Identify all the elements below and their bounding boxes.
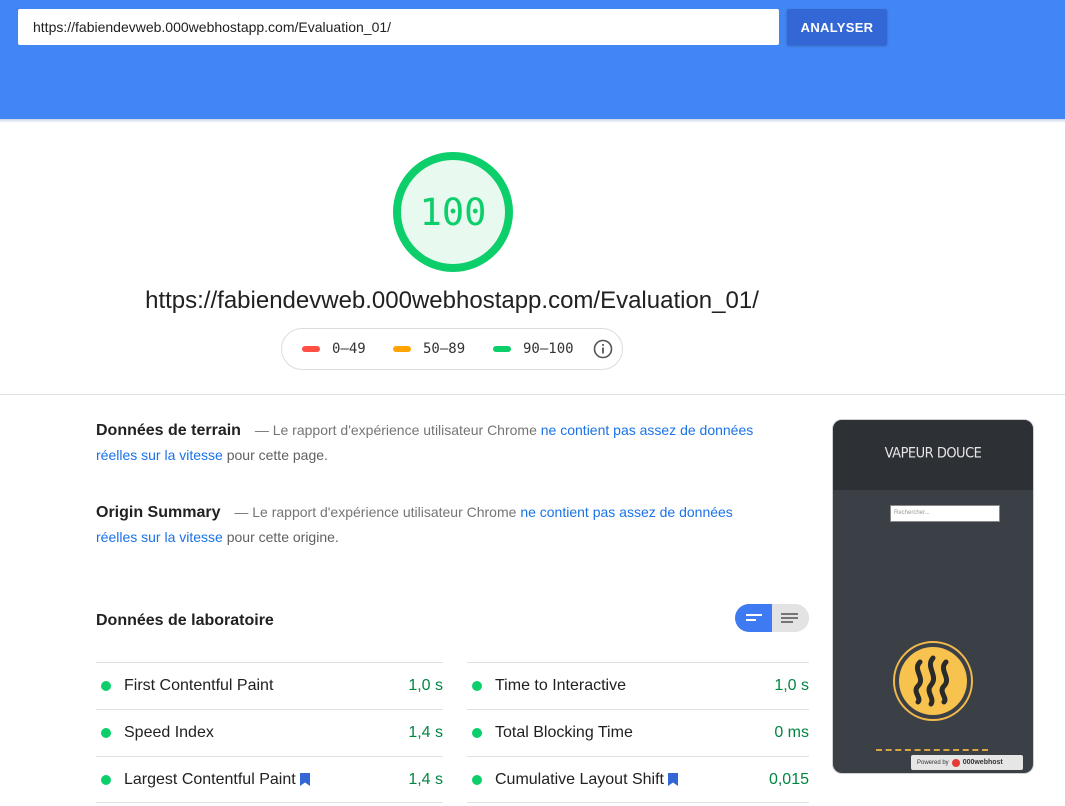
short-lines-icon [746,614,762,621]
steam-logo-icon [893,641,973,721]
metric-name: Cumulative Layout Shift [495,770,664,788]
toggle-detail-view-button[interactable] [772,604,809,632]
metric-name: Largest Contentful Paint [124,770,296,788]
metric-name-wrap: Largest Contentful Paint [124,771,408,789]
thumbnail-search-box: Rechercher... [890,505,1000,522]
pass-indicator [101,680,111,691]
thumbnail-site-title: VAPEUR DOUCE [884,445,982,462]
metric-name: First Contentful Paint [124,676,274,694]
metric-name-wrap: Cumulative Layout Shift [495,771,769,789]
legend-swatch-orange [393,346,411,352]
metric-value: 1,0 s [408,676,443,694]
toggle-summary-view-button[interactable] [735,604,772,632]
top-bar-shadow [0,119,1065,123]
legend-swatch-red [302,346,320,352]
field-data-intro: — Le rapport d'expérience utilisateur Ch… [254,422,537,438]
pass-indicator [101,774,111,785]
metric-total-blocking-time: Total Blocking Time 0 ms [467,709,809,756]
legend-item-average: 50–89 [393,329,465,369]
hosting-logo-icon [951,758,960,767]
pass-indicator [472,727,482,738]
legend-item-fail: 0–49 [302,329,366,369]
metric-value: 1,4 s [408,723,443,741]
page-screenshot-thumbnail: VAPEUR DOUCE Rechercher... Powered by 00… [833,420,1033,773]
view-toggle [735,604,809,632]
hosting-badge-name: 000webhost [962,759,1003,766]
origin-summary-intro: — Le rapport d'expérience utilisateur Ch… [234,504,517,520]
legend-item-pass: 90–100 [493,329,574,369]
score-legend: 0–49 50–89 90–100 [281,328,623,370]
metric-value: 1,0 s [774,676,809,694]
pass-indicator [101,727,111,738]
origin-summary-suffix: pour cette origine. [226,529,339,545]
score-value: 100 [419,190,487,234]
pass-indicator [472,774,482,785]
thumbnail-hosting-badge: Powered by 000webhost [911,755,1023,770]
field-data-section: Données de terrain — Le rapport d'expéri… [96,418,776,468]
field-data-suffix: pour cette page. [226,447,328,463]
lab-data-title: Données de laboratoire [96,612,274,629]
long-lines-icon [781,613,798,623]
bookmark-icon [667,773,678,786]
thumbnail-dashed-line [876,749,988,751]
metric-value: 0 ms [774,723,809,741]
metric-value: 0,015 [768,770,809,788]
field-data-heading: Données de terrain [96,422,241,439]
bookmark-icon [299,773,310,786]
metric-name: Speed Index [124,723,214,741]
hosting-badge-prefix: Powered by [917,759,949,766]
origin-summary-heading: Origin Summary [96,504,221,521]
metric-speed-index: Speed Index 1,4 s [96,709,443,756]
metric-time-to-interactive: Time to Interactive 1,0 s [467,662,809,709]
metric-name: Total Blocking Time [495,723,633,741]
metric-largest-contentful-paint: Largest Contentful Paint 1,4 s [96,756,443,803]
legend-swatch-green [493,346,511,352]
metric-name: Time to Interactive [495,676,627,694]
legend-label: 50–89 [423,341,466,357]
tested-url: https://fabiendevweb.000webhostapp.com/E… [145,287,759,314]
pass-indicator [472,680,482,691]
metric-first-contentful-paint: First Contentful Paint 1,0 s [96,662,443,709]
info-icon[interactable] [593,339,613,359]
origin-summary-section: Origin Summary — Le rapport d'expérience… [96,500,776,550]
legend-label: 90–100 [523,341,574,357]
url-input[interactable] [18,9,779,45]
analyze-button[interactable]: ANALYSER [787,9,887,45]
metric-cumulative-layout-shift: Cumulative Layout Shift 0,015 [467,756,809,803]
section-divider [0,394,1065,395]
metric-value: 1,4 s [408,770,443,788]
legend-label: 0–49 [332,341,366,357]
